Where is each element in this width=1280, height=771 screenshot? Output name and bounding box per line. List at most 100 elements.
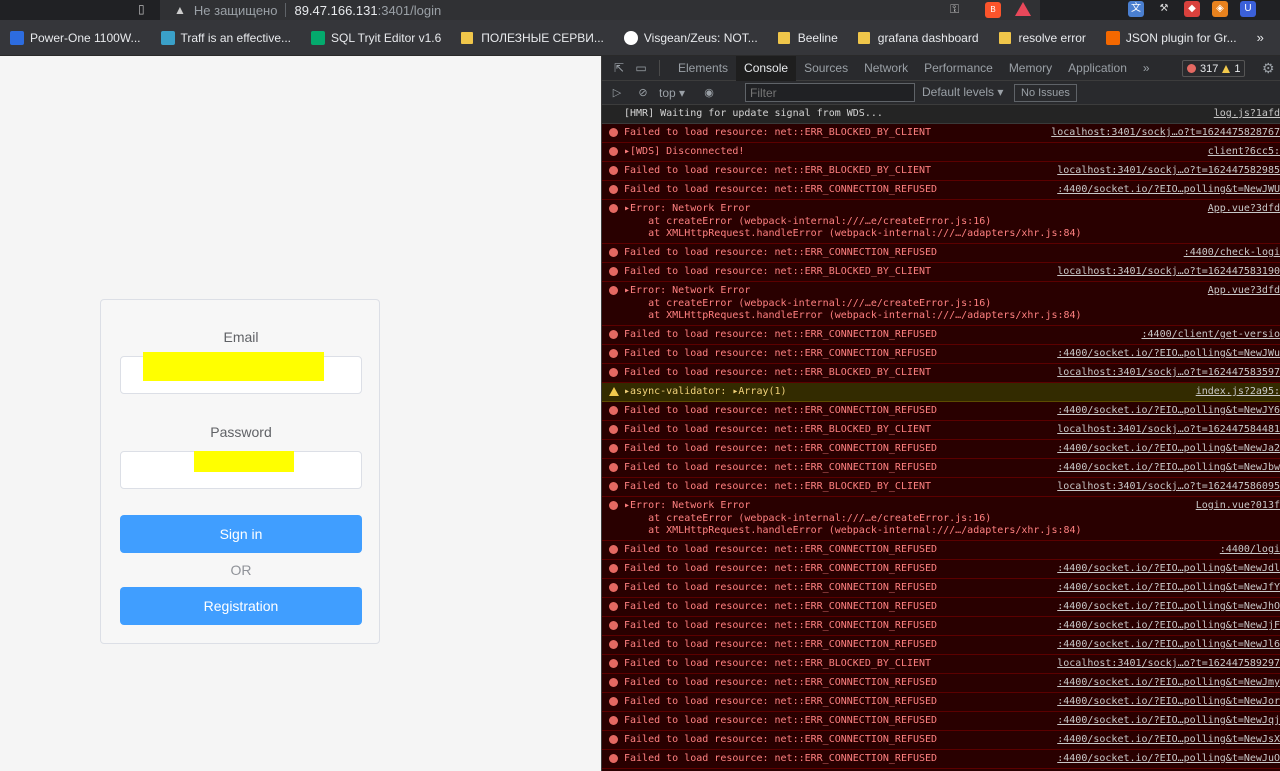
console-message[interactable]: Failed to load resource: net::ERR_BLOCKE… (602, 655, 1280, 674)
console-message[interactable]: [HMR] Waiting for update signal from WDS… (602, 105, 1280, 124)
tab-performance[interactable]: Performance (916, 56, 1001, 81)
issues-counter[interactable]: 317 1 (1182, 60, 1246, 77)
console-source-link[interactable]: localhost:3401/sockj…o?t=162447584481 (1053, 424, 1280, 437)
bookmark-item[interactable]: Power-One 1100W... (6, 24, 145, 52)
key-icon[interactable]: ⚿ (950, 2, 959, 17)
console-message[interactable]: Failed to load resource: net::ERR_BLOCKE… (602, 364, 1280, 383)
console-message[interactable]: Failed to load resource: net::ERR_CONNEC… (602, 579, 1280, 598)
console-message[interactable]: ▸Error: Network Error at createError (we… (602, 497, 1280, 541)
console-message[interactable]: ▸async-validator: ▸Array(1) index.js?2a95… (602, 383, 1280, 402)
console-source-link[interactable]: :4400/socket.io/?EIO…polling&t=NewJsX (1053, 734, 1280, 747)
bookmarks-overflow-button[interactable]: » (1257, 30, 1264, 45)
console-source-link[interactable]: App.vue?3dfd (1203, 285, 1280, 298)
console-message[interactable]: Failed to load resource: net::ERR_CONNEC… (602, 598, 1280, 617)
bookmark-item[interactable]: Beeline (774, 24, 842, 52)
issues-button[interactable]: No Issues (1014, 84, 1077, 102)
console-source-link[interactable]: :4400/check-logi (1179, 247, 1280, 260)
console-source-link[interactable]: :4400/socket.io/?EIO…polling&t=NewJWU (1053, 184, 1280, 197)
console-message[interactable]: ▸Error: Network Error at createError (we… (602, 200, 1280, 244)
warning-icon[interactable]: ▲ (174, 3, 186, 17)
sidebar-toggle-icon[interactable]: ▷ (607, 86, 627, 99)
inspect-element-icon[interactable]: ⇱ (611, 60, 627, 76)
url-path[interactable]: :3401/login (378, 3, 442, 18)
console-source-link[interactable]: localhost:3401/sockj…o?t=162447583190 (1053, 266, 1280, 279)
url-host[interactable]: 89.47.166.131 (294, 3, 377, 18)
bookmark-item[interactable]: ПОЛЕЗНЫЕ СЕРВИ... (457, 24, 608, 52)
metamask-extension-icon[interactable]: ◈ (1212, 1, 1228, 17)
bookmark-item[interactable]: JSON plugin for Gr... (1102, 24, 1241, 52)
console-source-link[interactable]: localhost:3401/sockj…o?t=1624475828767 (1047, 127, 1280, 140)
console-message[interactable]: Failed to load resource: net::ERR_CONNEC… (602, 459, 1280, 478)
console-source-link[interactable]: localhost:3401/sockj…o?t=162447583597 (1053, 367, 1280, 380)
bookmark-item[interactable]: Traff is an effective... (157, 24, 296, 52)
console-message[interactable]: Failed to load resource: net::ERR_CONNEC… (602, 750, 1280, 769)
console-message[interactable]: Failed to load resource: net::ERR_BLOCKE… (602, 421, 1280, 440)
console-message[interactable]: Failed to load resource: net::ERR_CONNEC… (602, 712, 1280, 731)
console-message[interactable]: Failed to load resource: net::ERR_CONNEC… (602, 326, 1280, 345)
console-source-link[interactable]: :4400/client/get-versio (1137, 329, 1280, 342)
tab-network[interactable]: Network (856, 56, 916, 81)
console-source-link[interactable]: :4400/socket.io/?EIO…polling&t=NewJor (1053, 696, 1280, 709)
console-message[interactable]: Failed to load resource: net::ERR_BLOCKE… (602, 162, 1280, 181)
console-source-link[interactable]: :4400/socket.io/?EIO…polling&t=NewJuO (1053, 753, 1280, 766)
brave-rewards-icon[interactable] (1015, 2, 1031, 16)
device-toolbar-icon[interactable]: ▭ (633, 60, 649, 76)
clear-console-icon[interactable]: ⊘ (633, 86, 653, 99)
console-source-link[interactable]: index.js?2a95: (1191, 386, 1280, 399)
console-message[interactable]: Failed to load resource: net::ERR_BLOCKE… (602, 124, 1280, 143)
console-message[interactable]: Failed to load resource: net::ERR_CONNEC… (602, 731, 1280, 750)
protect-extension-icon[interactable]: U (1240, 1, 1256, 17)
console-message[interactable]: Failed to load resource: net::ERR_CONNEC… (602, 181, 1280, 200)
shield-extension-icon[interactable]: ◆ (1184, 1, 1200, 17)
gear-icon[interactable]: ⚙ (1262, 60, 1275, 77)
tab-elements[interactable]: Elements (670, 56, 736, 81)
console-source-link[interactable]: :4400/socket.io/?EIO…polling&t=NewJqj (1053, 715, 1280, 728)
tab-application[interactable]: Application (1060, 56, 1135, 81)
console-message[interactable]: Failed to load resource: net::ERR_BLOCKE… (602, 263, 1280, 282)
tool-extension-icon[interactable]: ⚒ (1156, 1, 1172, 17)
context-selector[interactable]: top ▾ (659, 86, 685, 100)
console-source-link[interactable]: :4400/socket.io/?EIO…polling&t=NewJY6 (1053, 405, 1280, 418)
console-source-link[interactable]: localhost:3401/sockj…o?t=162447589297 (1053, 658, 1280, 671)
console-source-link[interactable]: :4400/socket.io/?EIO…polling&t=NewJbw (1053, 462, 1280, 475)
registration-button[interactable]: Registration (120, 587, 362, 625)
console-message[interactable]: Failed to load resource: net::ERR_CONNEC… (602, 560, 1280, 579)
translate-extension-icon[interactable]: 文 (1128, 1, 1144, 17)
console-source-link[interactable]: :4400/socket.io/?EIO…polling&t=NewJdl (1053, 563, 1280, 576)
console-message[interactable]: Failed to load resource: net::ERR_CONNEC… (602, 541, 1280, 560)
console-message[interactable]: Failed to load resource: net::ERR_CONNEC… (602, 693, 1280, 712)
console-source-link[interactable]: client?6cc5: (1203, 146, 1280, 159)
console-source-link[interactable]: :4400/socket.io/?EIO…polling&t=NewJfY (1053, 582, 1280, 595)
bookmark-item[interactable]: grafana dashboard (854, 24, 983, 52)
console-source-link[interactable]: App.vue?3dfd (1203, 203, 1280, 216)
console-message[interactable]: Failed to load resource: net::ERR_CONNEC… (602, 244, 1280, 263)
log-levels-dropdown[interactable]: Default levels ▾ (922, 85, 1003, 99)
bookmark-item[interactable]: Visgean/Zeus: NOT... (620, 24, 762, 52)
bookmark-item[interactable]: SQL Tryit Editor v1.6 (307, 24, 445, 52)
more-tabs-button[interactable]: » (1135, 56, 1158, 81)
omnibox[interactable]: ▲ Не защищено 89.47.166.131:3401/login ⚿… (160, 0, 1040, 20)
console-source-link[interactable]: :4400/socket.io/?EIO…polling&t=NewJWu (1053, 348, 1280, 361)
console-message[interactable]: Failed to load resource: net::ERR_CONNEC… (602, 402, 1280, 421)
console-source-link[interactable]: :4400/socket.io/?EIO…polling&t=NewJl6 (1053, 639, 1280, 652)
console-message[interactable]: Failed to load resource: net::ERR_CONNEC… (602, 345, 1280, 364)
console-source-link[interactable]: :4400/logi (1215, 544, 1280, 557)
console-message[interactable]: Failed to load resource: net::ERR_CONNEC… (602, 440, 1280, 459)
sign-in-button[interactable]: Sign in (120, 515, 362, 553)
console-message[interactable]: ▸[WDS] Disconnected! client?6cc5: (602, 143, 1280, 162)
tab-memory[interactable]: Memory (1001, 56, 1060, 81)
console-source-link[interactable]: localhost:3401/sockj…o?t=162447582985 (1053, 165, 1280, 178)
console-source-link[interactable]: log.js?1afd (1209, 108, 1280, 121)
bookmark-page-icon[interactable]: ▯ (138, 2, 145, 16)
console-message[interactable]: Failed to load resource: net::ERR_BLOCKE… (602, 478, 1280, 497)
console-source-link[interactable]: localhost:3401/sockj…o?t=162447586095 (1053, 481, 1280, 494)
filter-input[interactable] (745, 83, 915, 102)
console-source-link[interactable]: :4400/socket.io/?EIO…polling&t=NewJmy (1053, 677, 1280, 690)
console-message[interactable]: Failed to load resource: net::ERR_CONNEC… (602, 636, 1280, 655)
brave-shield-icon[interactable]: B (985, 2, 1001, 18)
console-message[interactable]: Failed to load resource: net::ERR_CONNEC… (602, 617, 1280, 636)
eye-icon[interactable]: ◉ (699, 86, 719, 99)
console-message[interactable]: Failed to load resource: net::ERR_CONNEC… (602, 674, 1280, 693)
bookmark-item[interactable]: resolve error (995, 24, 1090, 52)
tab-console[interactable]: Console (736, 55, 797, 81)
